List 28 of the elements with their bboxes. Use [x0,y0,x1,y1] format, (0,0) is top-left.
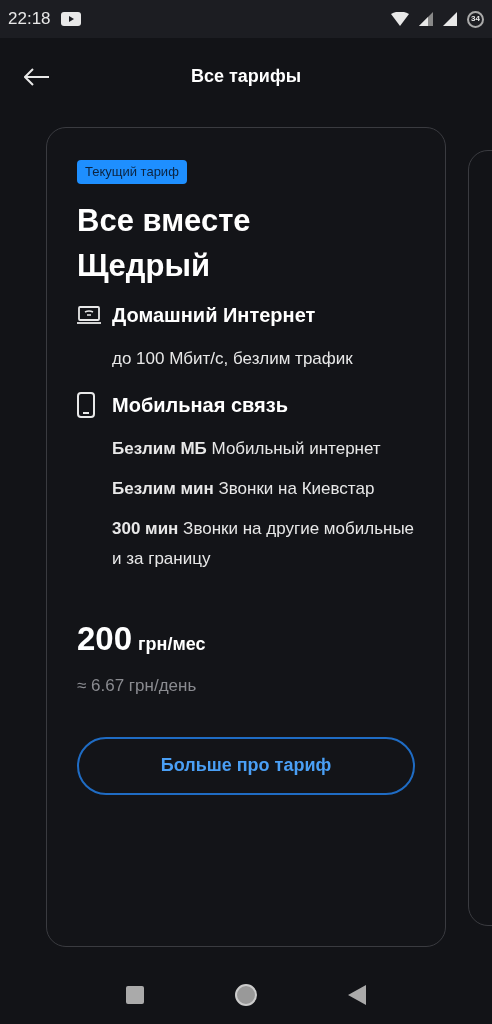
video-app-icon [60,12,81,26]
back-nav-button[interactable] [347,984,368,1005]
feature-text: 300 мин Звонки на другие мобильные и за границу [112,517,415,570]
battery-indicator: 34 [467,10,484,28]
status-time: 22:18 [8,8,51,31]
wifi-icon [391,12,409,26]
square-icon [125,985,144,1004]
screen-title: Все тарифы [191,66,301,86]
triangle-back-icon [348,984,367,1005]
more-about-tariff-button[interactable]: Больше про тариф [77,736,415,795]
home-button[interactable] [234,982,258,1007]
feature-text: Безлим мин Звонки на Киевстар [112,477,376,500]
feature-text: до 100 Мбит/с, безлим трафик [112,347,354,370]
signal-icon [443,12,457,26]
back-arrow-icon [24,68,50,86]
tariff-title: Все вместе Щедрый [77,201,252,285]
price-unit: грн/мес [138,632,206,656]
section-title: Домашний Интернет [112,302,316,328]
recents-button[interactable] [124,984,145,1005]
price-per-day: ≈ 6.67 грн/день [77,673,197,699]
phone-icon [77,391,95,418]
section-title: Мобильная связь [112,392,288,418]
feature-text: Безлим МБ Мобильный интернет [112,437,382,460]
current-tariff-badge: Текущий тариф [77,160,187,184]
home-circle-icon [234,982,258,1007]
price-amount: 200 [77,618,133,659]
laptop-wifi-icon [77,305,101,324]
signal-icon [419,12,433,26]
